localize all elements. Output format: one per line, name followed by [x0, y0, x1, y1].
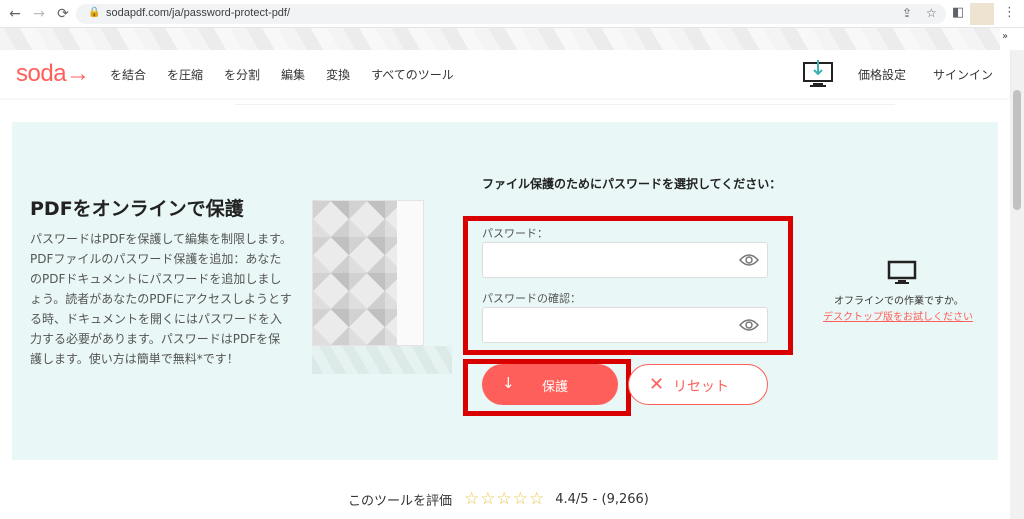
lock-icon: 🔒 [88, 7, 101, 18]
scrollbar-thumb[interactable] [1013, 90, 1021, 210]
pdf-thumbnail [312, 200, 424, 346]
signin-link[interactable]: サインイン [933, 66, 993, 83]
menu-item-convert[interactable]: 変換 [326, 66, 350, 83]
menu-item-merge[interactable]: を結合 [110, 66, 146, 83]
desktop-version-link[interactable]: デスクトップ版をお試しください [823, 308, 973, 323]
decorative-pattern [312, 346, 452, 374]
reload-icon[interactable]: ⟳ [54, 5, 72, 23]
close-icon: ✕ [649, 374, 665, 395]
page-title: PDFをオンラインで保護 [30, 198, 244, 220]
pricing-link[interactable]: 価格設定 [858, 66, 906, 83]
url-text[interactable]: sodapdf.com/ja/password-protect-pdf/ [106, 7, 290, 19]
profile-avatar[interactable] [970, 3, 994, 25]
highlight-box [463, 216, 793, 355]
offline-text: オフラインでの作業ですか。 [834, 296, 964, 307]
monitor-icon [887, 260, 917, 284]
decorative-banner [0, 28, 1000, 50]
bookmarks-overflow-icon[interactable]: » [1002, 31, 1008, 42]
reset-button[interactable]: ✕ リセット [628, 364, 768, 405]
forward-icon[interactable]: → [30, 5, 48, 23]
rating-bar: このツールを評価 ☆☆☆☆☆ 4.4/5 - (9,266) [348, 489, 649, 509]
divider [235, 104, 895, 105]
address-bar[interactable]: 🔒 sodapdf.com/ja/password-protect-pdf/ ⇪… [76, 4, 946, 24]
desktop-download-icon[interactable] [802, 60, 834, 88]
reset-button-label: リセット [673, 379, 729, 395]
back-icon[interactable]: ← [6, 5, 24, 23]
form-heading: ファイル保護のためにパスワードを選択してください： [482, 177, 782, 191]
soda-logo[interactable]: soda→ [16, 60, 90, 88]
side-panel-icon[interactable]: ◧ [952, 5, 964, 20]
page-description: パスワードはPDFを保護して編集を制限します。PDFファイルのパスワード保護を追… [30, 232, 292, 366]
bookmark-star-icon[interactable]: ☆ [926, 6, 937, 20]
rating-score: 4.4/5 - (9,266) [555, 491, 649, 507]
site-header: soda→ を結合 を圧縮 を分割 編集 変換 すべてのツール 価格設定 サイン… [0, 50, 1010, 98]
menu-item-edit[interactable]: 編集 [281, 66, 305, 83]
main-menu: を結合 を圧縮 を分割 編集 変換 すべてのツール [110, 66, 475, 83]
star-rating-icon[interactable]: ☆☆☆☆☆ [464, 489, 545, 509]
menu-item-compress[interactable]: を圧縮 [167, 66, 203, 83]
menu-item-split[interactable]: を分割 [224, 66, 260, 83]
highlight-box [463, 359, 631, 416]
rating-label: このツールを評価 [348, 493, 453, 509]
browser-toolbar: ← → ⟳ 🔒 sodapdf.com/ja/password-protect-… [0, 0, 1024, 28]
scrollbar[interactable] [1010, 50, 1024, 519]
share-icon[interactable]: ⇪ [902, 6, 912, 20]
menu-item-all-tools[interactable]: すべてのツール [371, 66, 454, 83]
browser-menu-icon[interactable]: ⋮ [1003, 5, 1016, 20]
